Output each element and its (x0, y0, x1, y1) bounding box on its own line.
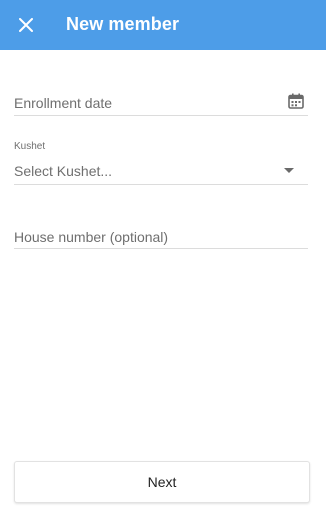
close-button[interactable] (14, 13, 38, 37)
enrollment-date-placeholder: Enrollment date (14, 95, 113, 111)
kushet-label: Kushet (14, 141, 46, 152)
app-bar: New member (0, 0, 326, 50)
dropdown-arrow-icon[interactable] (284, 168, 294, 173)
house-number-placeholder: House number (optional) (14, 229, 169, 245)
page-title: New member (66, 14, 180, 34)
next-button[interactable]: Next (14, 461, 310, 503)
house-number-input[interactable]: House number (optional) (14, 224, 308, 249)
kushet-placeholder: Select Kushet... (14, 163, 113, 179)
close-icon (19, 18, 33, 32)
enrollment-date-field[interactable]: Enrollment date (14, 88, 308, 116)
kushet-select[interactable]: Kushet Select Kushet... (14, 140, 308, 185)
calendar-icon[interactable] (287, 92, 305, 110)
new-member-screen: New member Enrollment date Kushet Select… (0, 0, 326, 512)
